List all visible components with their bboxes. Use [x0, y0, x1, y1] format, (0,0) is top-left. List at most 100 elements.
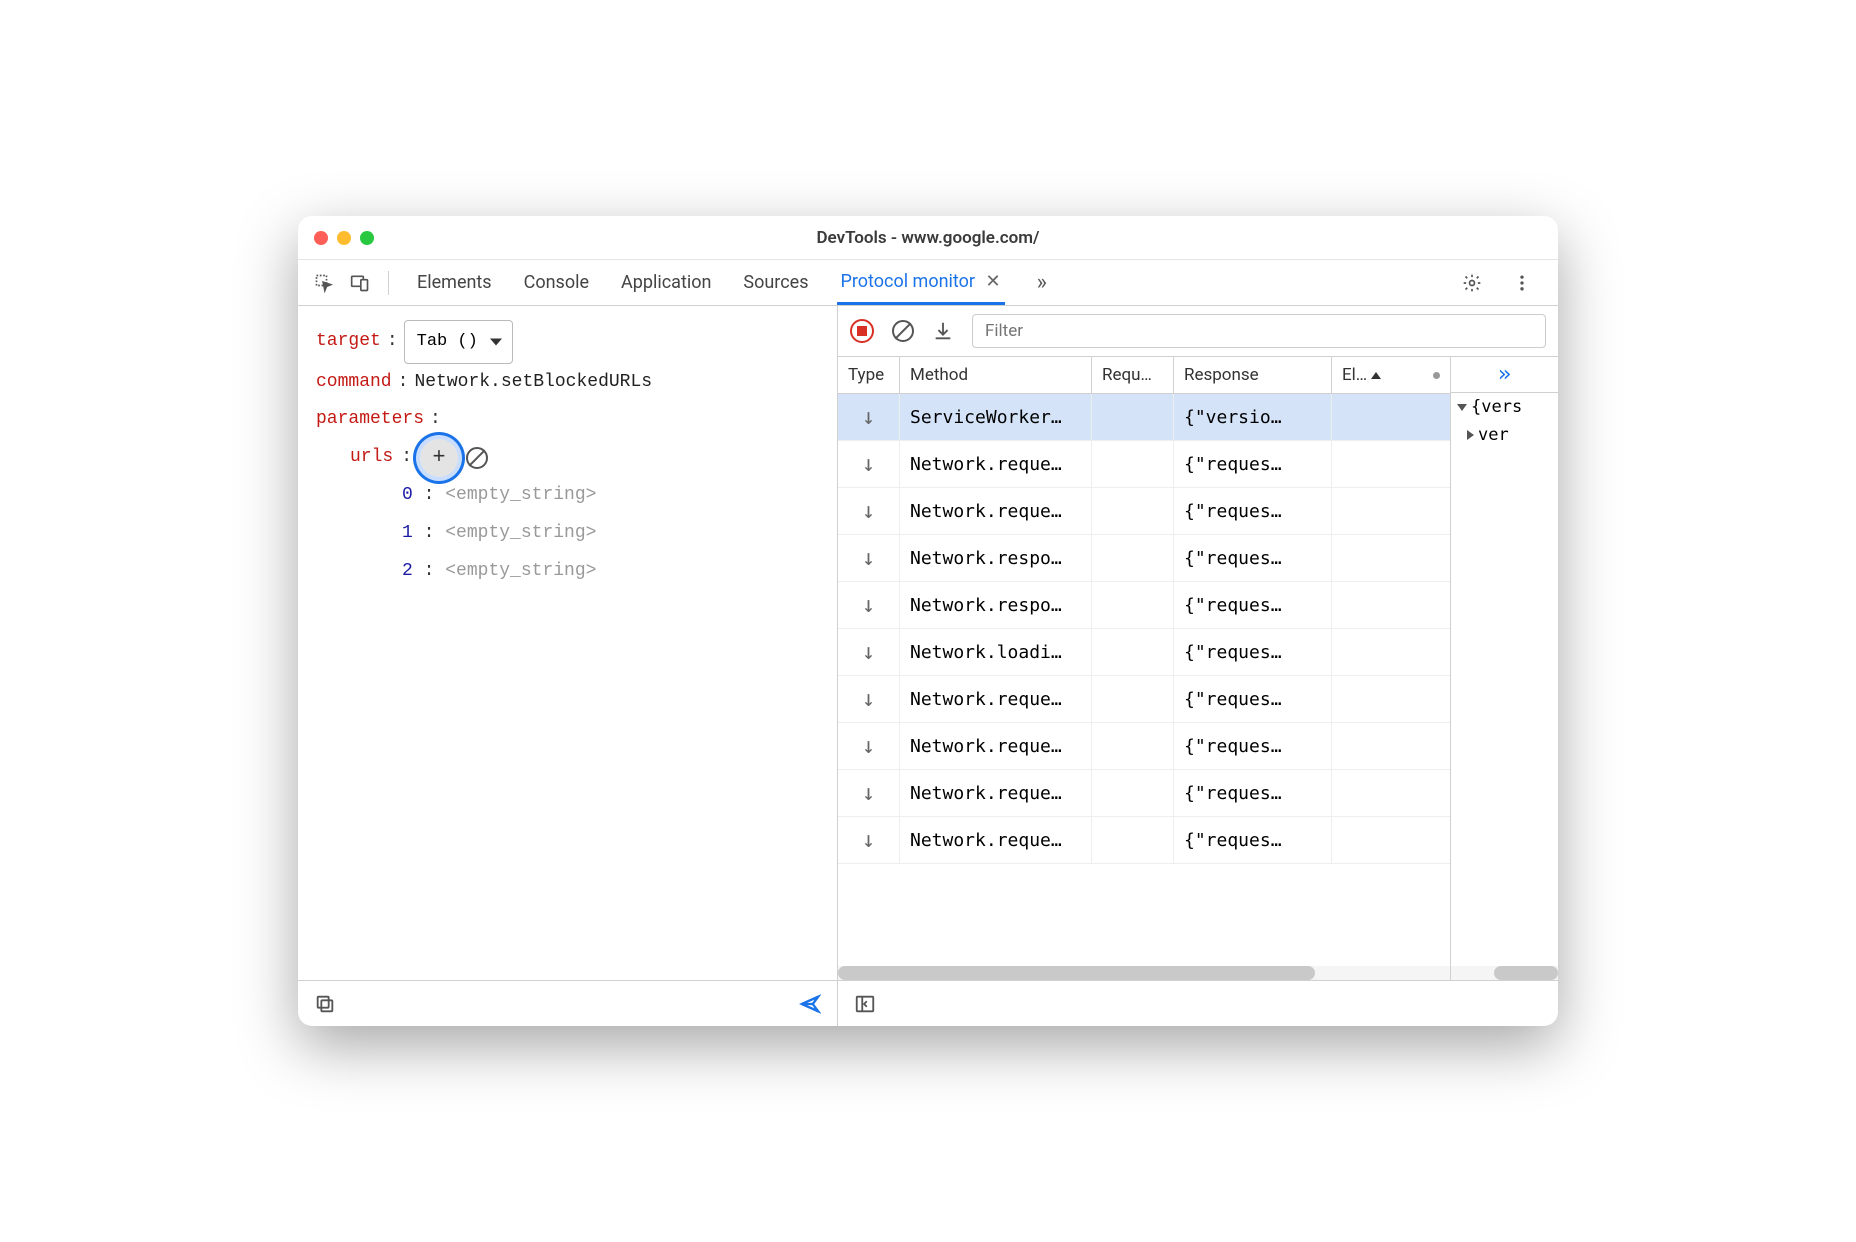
log-toolbar [838, 306, 1558, 356]
header-type[interactable]: Type [838, 357, 900, 393]
received-arrow-icon: ↓ [862, 734, 875, 759]
more-tabs-icon[interactable]: » [1029, 270, 1055, 295]
received-arrow-icon: ↓ [862, 499, 875, 524]
kebab-menu-icon[interactable] [1506, 267, 1538, 299]
cell-response: {"reques… [1174, 535, 1332, 581]
tab-console[interactable]: Console [520, 262, 593, 303]
table-row[interactable]: ↓Network.loadi…{"reques… [838, 629, 1450, 676]
clear-log-icon[interactable] [892, 320, 914, 342]
cell-response: {"reques… [1174, 676, 1332, 722]
cell-response: {"reques… [1174, 488, 1332, 534]
add-array-item-button[interactable]: + [420, 439, 458, 477]
cell-method: Network.reque… [900, 770, 1092, 816]
parameters-key: parameters [316, 401, 424, 439]
cell-elapsed [1332, 629, 1450, 675]
table-row[interactable]: ↓Network.respo…{"reques… [838, 582, 1450, 629]
divider [388, 271, 389, 295]
details-more-tabs-icon[interactable]: » [1451, 357, 1558, 393]
cell-type: ↓ [838, 817, 900, 863]
cell-method: Network.reque… [900, 723, 1092, 769]
table-row[interactable]: ↓Network.reque…{"reques… [838, 441, 1450, 488]
command-key: command [316, 364, 392, 402]
details-pane: » {vers ver [1450, 356, 1558, 980]
tab-sources[interactable]: Sources [739, 262, 812, 303]
download-icon[interactable] [932, 320, 954, 342]
cell-method: Network.loadi… [900, 629, 1092, 675]
tab-protocol-monitor[interactable]: Protocol monitor ✕ [837, 261, 1005, 305]
record-button[interactable] [850, 319, 874, 343]
cell-method: Network.reque… [900, 441, 1092, 487]
titlebar: DevTools - www.google.com/ [298, 216, 1558, 260]
cell-type: ↓ [838, 676, 900, 722]
command-editor-pane: target: Tab () command: Network.setBlock… [298, 306, 838, 1026]
cell-type: ↓ [838, 394, 900, 440]
received-arrow-icon: ↓ [862, 405, 875, 430]
table-row[interactable]: ↓Network.reque…{"reques… [838, 676, 1450, 723]
details-scrollbar[interactable] [1451, 966, 1558, 980]
cell-type: ↓ [838, 582, 900, 628]
tree-root[interactable]: {vers [1451, 393, 1558, 421]
received-arrow-icon: ↓ [862, 781, 875, 806]
tab-elements[interactable]: Elements [413, 262, 496, 303]
array-item-0[interactable]: 0 : <empty_string> [316, 477, 819, 515]
cell-elapsed [1332, 488, 1450, 534]
tree-child[interactable]: ver [1451, 421, 1558, 449]
cell-method: Network.reque… [900, 817, 1092, 863]
cell-request [1092, 770, 1174, 816]
command-value[interactable]: Network.setBlockedURLs [414, 364, 652, 402]
table-row[interactable]: ↓Network.respo…{"reques… [838, 535, 1450, 582]
target-select[interactable]: Tab () [404, 320, 513, 364]
header-response[interactable]: Response [1174, 357, 1332, 393]
horizontal-scrollbar[interactable] [838, 966, 1450, 980]
expand-arrow-icon[interactable] [1457, 404, 1467, 411]
scrollbar-thumb[interactable] [1494, 966, 1558, 980]
array-item-2[interactable]: 2 : <empty_string> [316, 553, 819, 591]
cell-response: {"reques… [1174, 723, 1332, 769]
header-elapsed[interactable]: El… [1332, 357, 1450, 393]
cell-request [1092, 723, 1174, 769]
cell-response: {"reques… [1174, 770, 1332, 816]
inspect-element-icon[interactable] [308, 267, 340, 299]
array-value: <empty_string> [445, 523, 596, 543]
clear-array-icon[interactable] [466, 447, 488, 469]
close-tab-icon[interactable]: ✕ [985, 271, 1000, 292]
received-arrow-icon: ↓ [862, 452, 875, 477]
cell-request [1092, 676, 1174, 722]
device-toggle-icon[interactable] [344, 267, 376, 299]
send-command-icon[interactable] [799, 993, 821, 1015]
cell-request [1092, 441, 1174, 487]
target-value: Tab () [417, 332, 478, 351]
table-row[interactable]: ↓ Network.reque… {"reques… [838, 488, 1450, 535]
cell-method: Network.reque… [900, 488, 1092, 534]
settings-icon[interactable] [1456, 267, 1488, 299]
filter-input[interactable] [972, 314, 1546, 348]
array-item-1[interactable]: 1 : <empty_string> [316, 515, 819, 553]
log-footer [838, 980, 1558, 1026]
array-index: 1 [402, 523, 413, 543]
header-method[interactable]: Method [900, 357, 1092, 393]
cell-elapsed [1332, 723, 1450, 769]
table-row[interactable]: ↓Network.reque…{"reques… [838, 817, 1450, 864]
table-row[interactable]: ↓ServiceWorker…{"versio… [838, 394, 1450, 441]
toggle-sidebar-icon[interactable] [854, 993, 876, 1015]
cell-request [1092, 817, 1174, 863]
toolbar-right [1456, 267, 1548, 299]
tree-child-label: ver [1478, 425, 1509, 445]
table-row[interactable]: ↓ Network.reque… {"reques… [838, 723, 1450, 770]
log-body: Type Method Requ… Response El… ↓ServiceW… [838, 356, 1558, 980]
cell-type: ↓ [838, 723, 900, 769]
table-row[interactable]: ↓ Network.reque… {"reques… [838, 770, 1450, 817]
cell-elapsed [1332, 582, 1450, 628]
header-request[interactable]: Requ… [1092, 357, 1174, 393]
scrollbar-thumb[interactable] [838, 966, 1315, 980]
cell-method: Network.respo… [900, 582, 1092, 628]
received-arrow-icon: ↓ [862, 640, 875, 665]
column-menu-icon[interactable] [1433, 372, 1440, 379]
cell-response: {"versio… [1174, 394, 1332, 440]
cell-type: ↓ [838, 488, 900, 534]
copy-icon[interactable] [314, 993, 336, 1015]
tab-label: Protocol monitor [841, 271, 976, 292]
collapse-arrow-icon[interactable] [1467, 430, 1474, 440]
cell-request [1092, 488, 1174, 534]
tab-application[interactable]: Application [617, 262, 715, 303]
